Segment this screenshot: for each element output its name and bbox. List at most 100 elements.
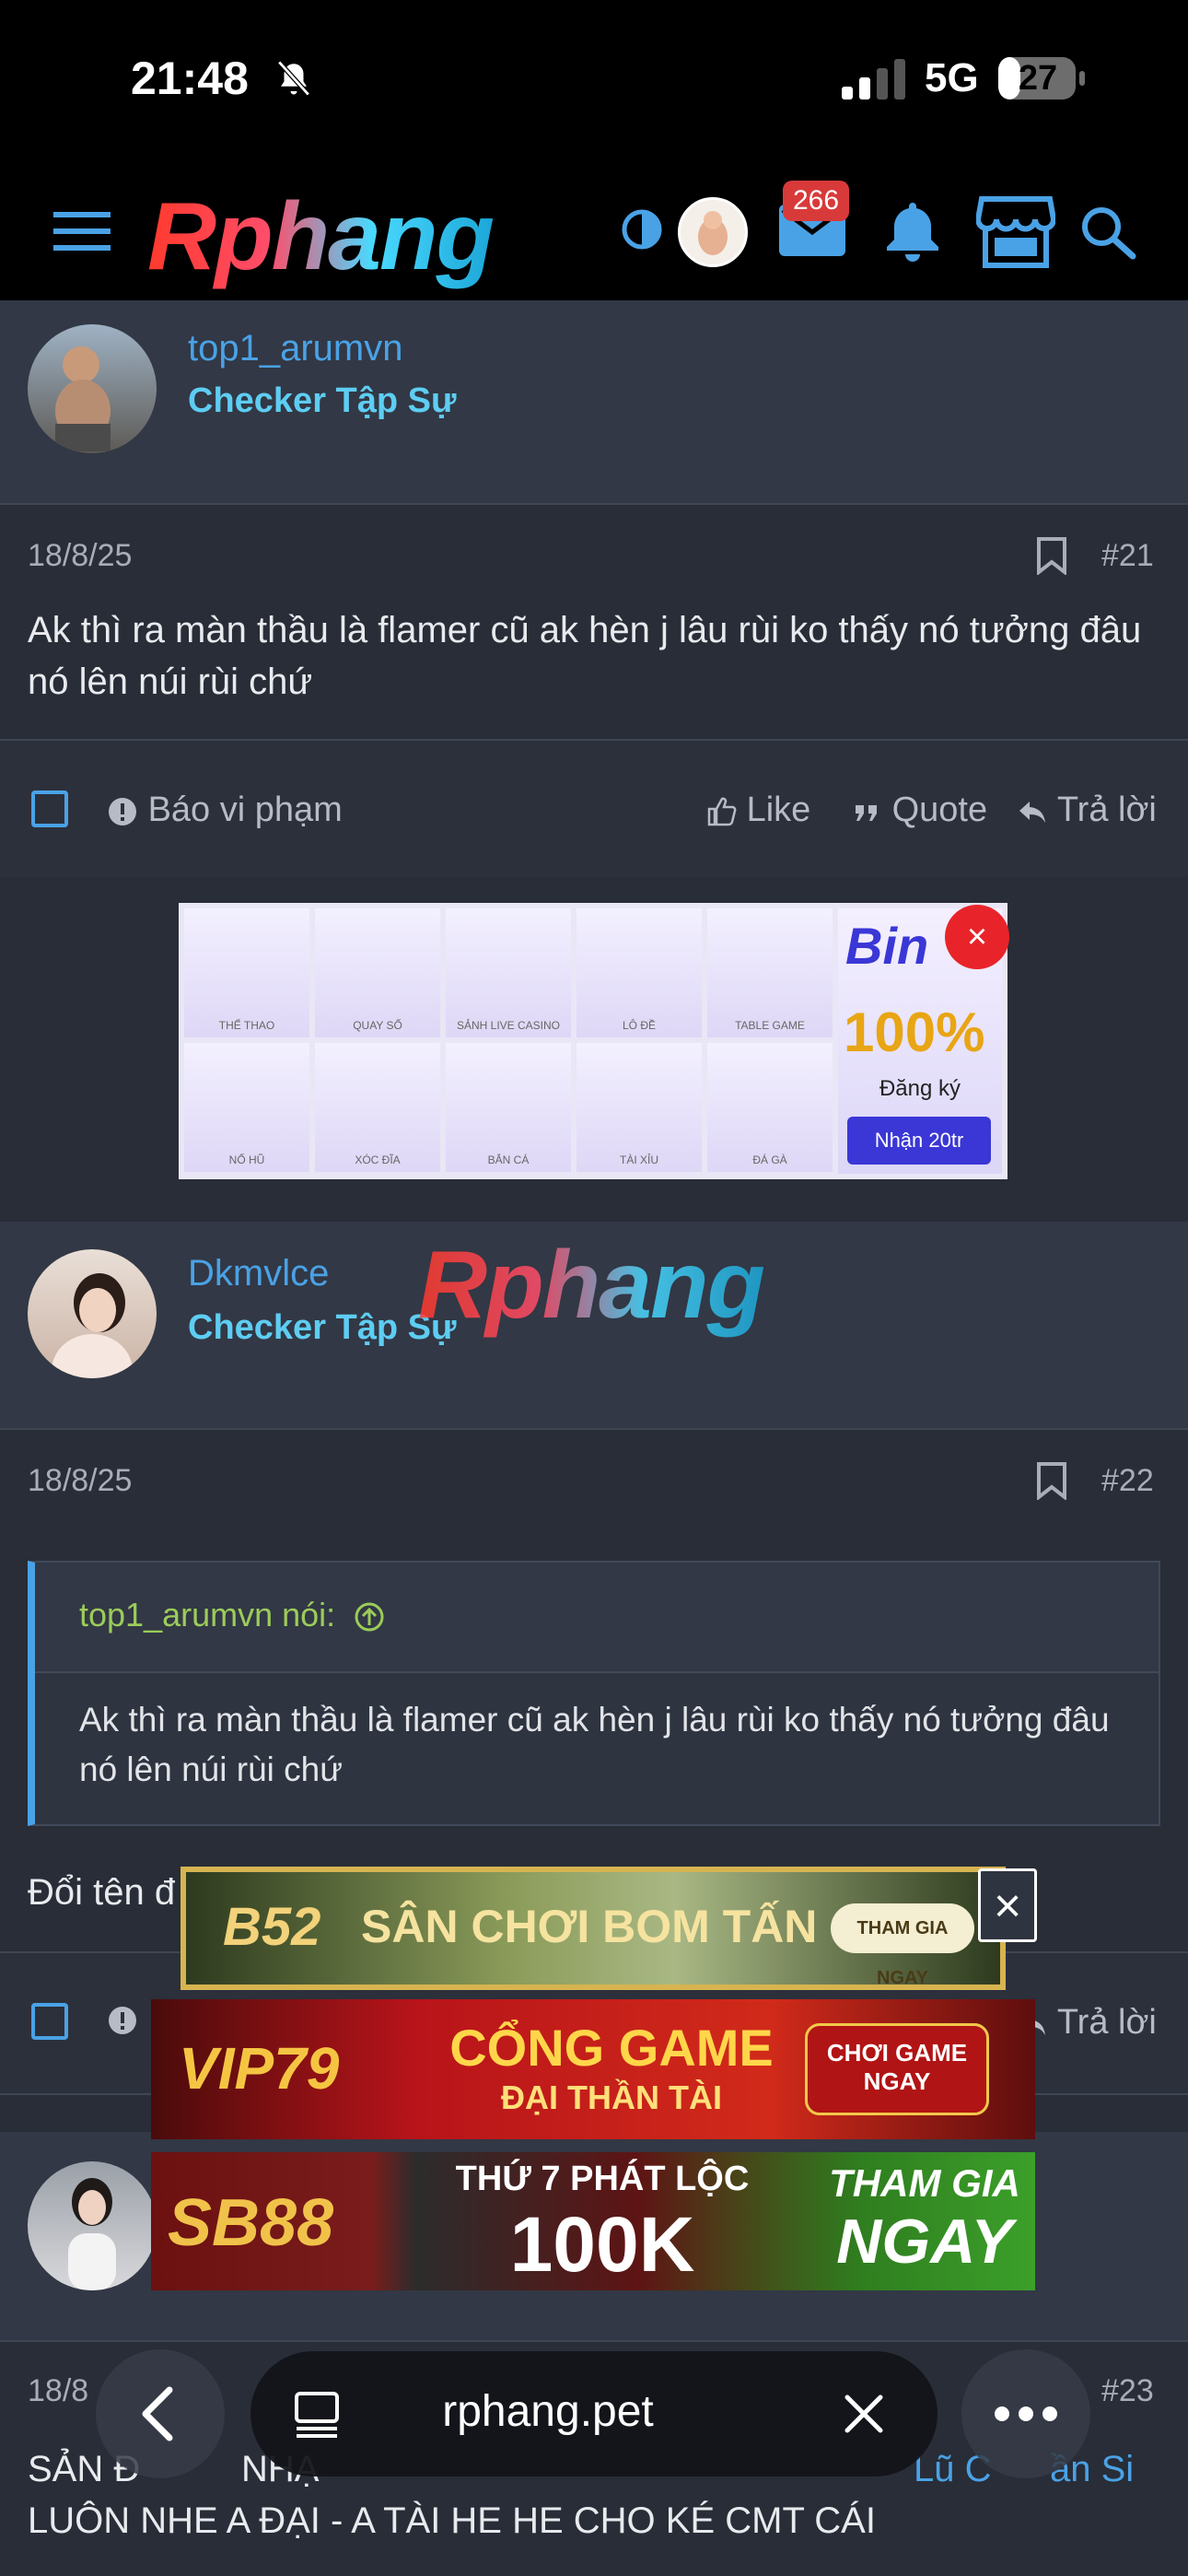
close-icon[interactable] <box>840 2390 888 2438</box>
post-22-reply-button[interactable]: Trả lời <box>1017 2003 1157 2043</box>
browser-address-bar[interactable]: rphang.pet <box>250 2351 938 2476</box>
search-icon[interactable] <box>1079 205 1136 260</box>
cellular-signal-icon <box>842 59 905 100</box>
avatar-child-figure-icon <box>55 346 111 451</box>
avatar-girl-figure-icon <box>52 1273 133 1378</box>
ad-tile-fishing: BẮN CÁ <box>446 1043 571 1172</box>
b52-brand: B52 <box>223 1897 321 1957</box>
browser-url[interactable]: rphang.pet <box>343 2386 753 2437</box>
b52-ad-banner[interactable]: B52 SÂN CHƠI BOM TẤN THAM GIA NGAY <box>181 1867 1006 1990</box>
ad-casino-register: Đăng ký <box>879 1076 961 1101</box>
post-22-quote-block: top1_arumvn nói: Ak thì ra màn thầu là f… <box>28 1561 1160 1826</box>
post-23-number[interactable]: #23 <box>1101 2373 1154 2409</box>
quote-body: Ak thì ra màn thầu là flamer cũ ak hèn j… <box>79 1701 1110 1788</box>
ad-tile-slots: NỔ HŨ <box>184 1043 309 1172</box>
b52-headline: SÂN CHƠI BOM TẤN <box>361 1901 818 1952</box>
post-21-quote-button[interactable]: Quote <box>851 790 987 830</box>
reply-label: Trả lời <box>1056 2003 1157 2042</box>
ad-close-button[interactable]: × <box>945 905 1009 969</box>
post-21-select-checkbox[interactable] <box>31 790 68 827</box>
post-21-body: Ak thì ra màn thầu là flamer cũ ak hèn j… <box>28 610 1142 702</box>
post-21-user-header <box>0 300 1188 505</box>
ad-casino-bonus: 100% <box>844 1001 985 1063</box>
more-options-icon <box>995 2406 1057 2421</box>
ad-tile-lode: LÔ ĐỀ <box>577 908 702 1037</box>
b52-cta[interactable]: THAM GIA NGAY <box>831 1903 974 1988</box>
post-22-username[interactable]: Dkmvlce <box>188 1253 329 1294</box>
avatar-figure-icon <box>698 211 728 255</box>
vip79-headline1: CỔNG GAME <box>449 2019 774 2077</box>
ad-tile-table-game: TABLE GAME <box>707 908 833 1037</box>
jump-to-source-icon[interactable] <box>354 1601 385 1633</box>
post-22-number[interactable]: #22 <box>1101 1463 1154 1499</box>
sb88-ad-banner[interactable]: SB88 THỨ 7 PHÁT LỘC 100K THAM GIA NGAY <box>151 2152 1035 2290</box>
silent-mode-icon <box>277 60 310 97</box>
vip79-ad-banner[interactable]: VIP79 CỔNG GAME ĐẠI THẦN TÀI CHƠI GAME N… <box>151 1999 1035 2139</box>
post-23-body-line2: LUÔN NHE A ĐẠI - A TÀI HE HE CHO KÉ CMT … <box>28 2500 876 2541</box>
post-21-user-rank: Checker Tập Sự <box>188 381 457 420</box>
battery-level: 27 <box>1018 59 1058 98</box>
post-23-avatar[interactable] <box>28 2161 157 2290</box>
theme-toggle-icon[interactable] <box>621 208 663 251</box>
bookmark-icon[interactable] <box>1035 1461 1068 1500</box>
reply-icon <box>1019 801 1045 823</box>
vip79-brand: VIP79 <box>179 2035 340 2102</box>
status-time: 21:48 <box>131 53 249 104</box>
tab-overview-icon[interactable] <box>291 2388 343 2440</box>
post-21-like-button[interactable]: Like <box>705 790 810 830</box>
post-22-avatar[interactable] <box>28 1249 157 1378</box>
sb88-headline1: THỨ 7 PHÁT LỘC <box>455 2160 750 2198</box>
warning-icon <box>109 797 136 825</box>
ad-tile-xoc-dia: XÓC ĐĨA <box>315 1043 440 1172</box>
site-logo[interactable]: Rphang <box>147 182 495 292</box>
ad-tile-lottery: QUAY SỐ <box>315 908 440 1037</box>
post-21-reply-button[interactable]: Trả lời <box>1017 790 1157 830</box>
sb88-cta[interactable]: THAM GIA NGAY <box>823 2161 1026 2277</box>
post-22-select-checkbox[interactable] <box>31 2003 68 2040</box>
notification-bell-icon[interactable] <box>882 199 943 262</box>
vip79-cta[interactable]: CHƠI GAME NGAY <box>805 2023 989 2115</box>
store-icon[interactable] <box>976 195 1055 269</box>
chevron-left-icon <box>142 2386 173 2441</box>
post-21-number[interactable]: #21 <box>1101 538 1154 574</box>
inbox-count-badge: 266 <box>783 181 849 221</box>
ad-tile-cockfight: ĐÁ GÀ <box>707 1043 833 1172</box>
thumbs-up-icon <box>707 797 737 826</box>
reply-label: Trả lời <box>1056 790 1157 829</box>
post-21-avatar[interactable] <box>28 324 157 453</box>
ad-tile-live-casino: SẢNH LIVE CASINO <box>446 908 571 1037</box>
post-23-date[interactable]: 18/8 <box>28 2373 88 2409</box>
post-21-username[interactable]: top1_arumvn <box>188 328 402 369</box>
browser-back-button[interactable] <box>96 2349 225 2478</box>
casino-ad-banner[interactable]: THỂ THAO QUAY SỐ SẢNH LIVE CASINO LÔ ĐỀ … <box>179 903 1007 1179</box>
browser-more-button[interactable] <box>961 2349 1090 2478</box>
quote-author-link[interactable]: top1_arumvn nói: <box>79 1596 385 1634</box>
post-22-date[interactable]: 18/8/25 <box>28 1463 132 1499</box>
quote-label: Quote <box>891 790 988 829</box>
post-21-date[interactable]: 18/8/25 <box>28 538 132 574</box>
post-22-user-rank: Checker Tập Sự <box>188 1308 457 1347</box>
network-type: 5G <box>925 55 979 100</box>
vip79-cta-line1: CHƠI GAME <box>826 2039 968 2067</box>
ad-tile-sports: THỂ THAO <box>184 908 309 1037</box>
vip79-headline2: ĐẠI THẦN TÀI <box>501 2078 722 2116</box>
watermark-logo: Rphang <box>418 1232 765 1339</box>
like-label: Like <box>746 790 811 829</box>
sb88-brand: SB88 <box>168 2186 334 2260</box>
vip79-cta-line2: NGAY <box>863 2067 931 2095</box>
hamburger-menu-icon[interactable] <box>53 208 111 254</box>
sb88-headline2: 100K <box>509 2201 695 2288</box>
bookmark-icon[interactable] <box>1035 536 1068 575</box>
user-avatar[interactable] <box>678 197 748 267</box>
avatar-woman-figure-icon <box>68 2178 116 2290</box>
ad-tile-tai-xiu: TÀI XỈU <box>577 1043 702 1172</box>
ad-casino-brand: Bin <box>845 917 929 975</box>
ad-close-button[interactable]: × <box>978 1868 1037 1942</box>
ad-casino-cta[interactable]: Nhận 20tr <box>847 1117 991 1165</box>
quote-author-label: top1_arumvn nói: <box>79 1596 336 1633</box>
sb88-cta-line2: NGAY <box>836 2207 1013 2277</box>
post-21-report-link[interactable]: Báo vi phạm <box>107 790 343 830</box>
report-label: Báo vi phạm <box>147 790 343 829</box>
sb88-cta-line1: THAM GIA <box>829 2161 1020 2205</box>
quote-icon <box>856 804 877 821</box>
